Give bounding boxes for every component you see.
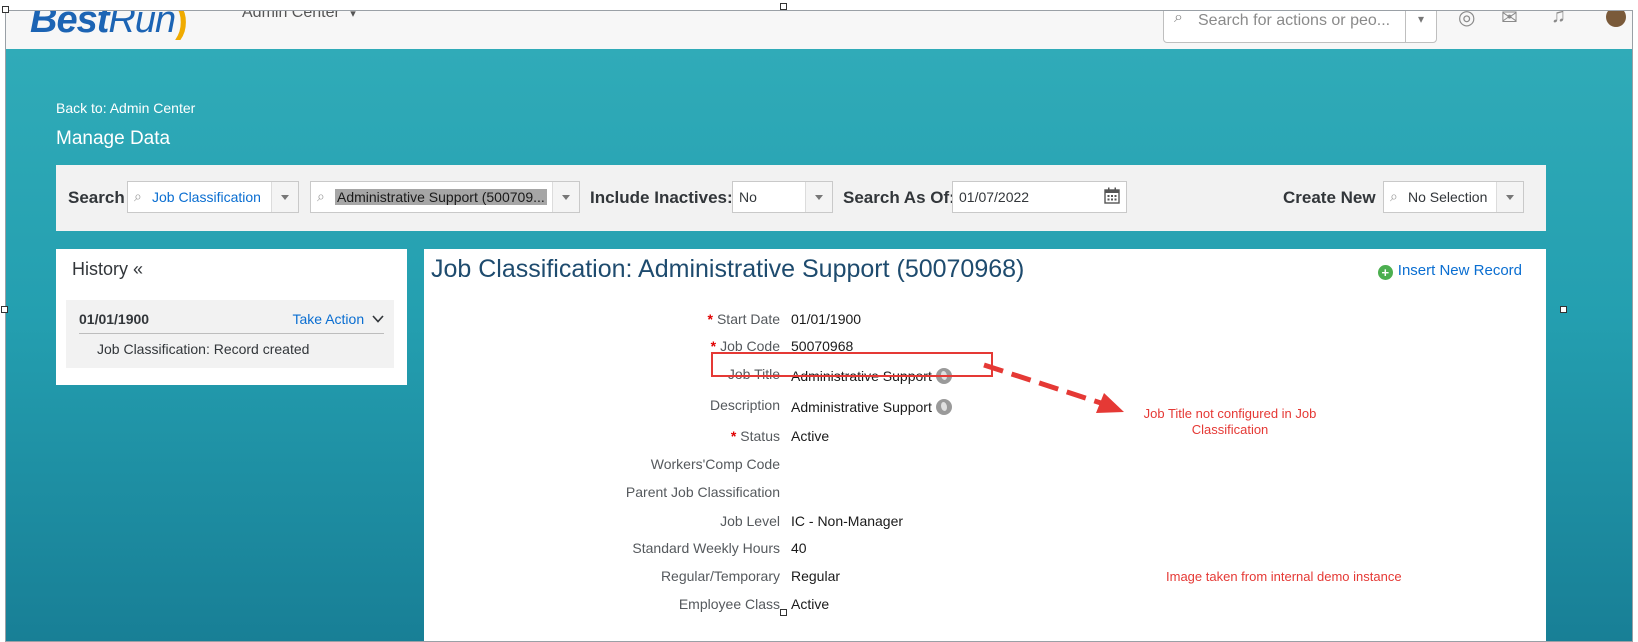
resize-handle-mid-left[interactable]: [1, 306, 8, 313]
resize-handle-bottom-center[interactable]: [780, 609, 787, 616]
resize-handle-mid-right[interactable]: [1560, 306, 1567, 313]
resize-handle-top-center[interactable]: [780, 3, 787, 10]
callout-arrow: [983, 362, 1124, 413]
resize-handle-top-left[interactable]: [2, 6, 9, 13]
job-title-note-line1: Job Title not configured in Job: [1143, 406, 1317, 421]
job-title-note: Job Title not configured in Job Classifi…: [1110, 406, 1350, 438]
job-title-note-line2: Classification: [1191, 422, 1269, 437]
source-note: Image taken from internal demo instance: [1166, 569, 1402, 584]
job-title-highlight-box: [711, 352, 993, 377]
